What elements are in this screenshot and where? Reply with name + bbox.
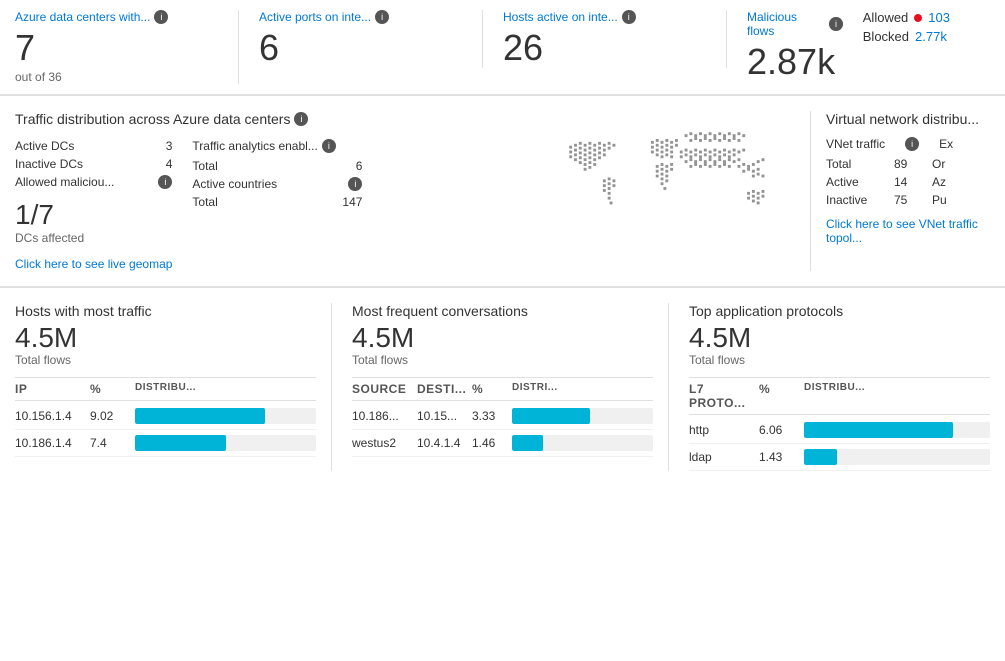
traffic-stats: Active DCs 3 Inactive DCs 4 Allowed mali… (15, 139, 172, 271)
hosts-row-1: 10.156.1.4 9.02 (15, 403, 316, 430)
protocols-title: Top application protocols (689, 303, 990, 319)
active-ports-info-icon[interactable]: i (375, 10, 389, 24)
azure-dc-value: 7 (15, 28, 218, 68)
vnet-stats: VNet traffic i Ex Total 89 Or Active 14 … (826, 137, 990, 207)
hosts-active-value: 26 (503, 28, 706, 68)
proto-row-2: ldap 1.43 (689, 444, 990, 471)
vnet-info-icon[interactable]: i (905, 137, 919, 151)
allowed-value: 103 (928, 10, 950, 25)
azure-dc-metric: Azure data centers with... i 7 out of 36 (15, 10, 239, 84)
protocols-sub: Total flows (689, 353, 990, 367)
world-map-container (540, 111, 810, 271)
hosts-active-info-icon[interactable]: i (622, 10, 636, 24)
conv-row-1: 10.186... 10.15... 3.33 (352, 403, 653, 430)
conversations-title: Most frequent conversations (352, 303, 653, 319)
protocols-total: 4.5M (689, 323, 990, 354)
conv-col-pct: % (472, 382, 512, 396)
ratio-display: 1/7 (15, 199, 172, 231)
azure-dc-sub: out of 36 (15, 70, 218, 84)
analytics-total-row: Total 6 (192, 159, 362, 173)
world-map (550, 124, 800, 257)
traffic-content: Active DCs 3 Inactive DCs 4 Allowed mali… (15, 139, 540, 271)
conv-bar-1 (512, 408, 653, 424)
middle-section: Traffic distribution across Azure data c… (0, 96, 1005, 287)
active-ports-metric: Active ports on inte... i 6 (259, 10, 483, 68)
hosts-sub: Total flows (15, 353, 316, 367)
malicious-flows-info-icon[interactable]: i (829, 17, 843, 31)
malicious-flows-title: Malicious flows i (747, 10, 843, 38)
hosts-total: 4.5M (15, 323, 316, 354)
traffic-distribution: Traffic distribution across Azure data c… (15, 111, 540, 271)
conv-col-bar: DISTRI... (512, 382, 653, 396)
protocols-panel: Top application protocols 4.5M Total flo… (689, 303, 990, 472)
hosts-active-title: Hosts active on inte... i (503, 10, 706, 24)
conv-col-src: SOURCE (352, 382, 417, 396)
malicious-flows-value: 2.87k (747, 42, 843, 82)
hosts-col-bar: DISTRIBU... (135, 382, 316, 396)
conv-bar-2 (512, 435, 653, 451)
countries-total-row: Total 147 (192, 195, 362, 209)
hosts-title: Hosts with most traffic (15, 303, 316, 319)
conv-col-dst: DESTI... (417, 382, 472, 396)
allowed-dot (914, 14, 922, 22)
proto-col-name: L7 PROTO... (689, 382, 759, 410)
hosts-col-ip: IP (15, 382, 90, 396)
vnet-section: Virtual network distribu... VNet traffic… (810, 111, 990, 271)
hosts-col-pct: % (90, 382, 135, 396)
blocked-value: 2.77k (915, 29, 947, 44)
conv-row-2: westus2 10.4.1.4 1.46 (352, 430, 653, 457)
active-dc-row: Active DCs 3 (15, 139, 172, 153)
conversations-total: 4.5M (352, 323, 653, 354)
conversations-panel: Most frequent conversations 4.5M Total f… (352, 303, 669, 472)
countries-info-icon[interactable]: i (348, 177, 362, 191)
hosts-table-header: IP % DISTRIBU... (15, 377, 316, 401)
azure-dc-title: Azure data centers with... i (15, 10, 218, 24)
vnet-header-row: VNet traffic i Ex (826, 137, 990, 151)
top-metrics-bar: Azure data centers with... i 7 out of 36… (0, 0, 1005, 95)
bottom-section: Hosts with most traffic 4.5M Total flows… (0, 288, 1005, 487)
active-ports-value: 6 (259, 28, 462, 68)
conversations-table-header: SOURCE DESTI... % DISTRI... (352, 377, 653, 401)
dcs-affected: DCs affected (15, 231, 172, 245)
proto-row-1: http 6.06 (689, 417, 990, 444)
geomap-link[interactable]: Click here to see live geomap (15, 257, 172, 271)
traffic-info-icon[interactable]: i (294, 112, 308, 126)
hosts-row-2: 10.186.1.4 7.4 (15, 430, 316, 457)
proto-bar-1 (804, 422, 990, 438)
hosts-panel: Hosts with most traffic 4.5M Total flows… (15, 303, 332, 472)
protocols-table-header: L7 PROTO... % DISTRIBU... (689, 377, 990, 415)
proto-bar-2 (804, 449, 990, 465)
vnet-total-row: Total 89 Or (826, 157, 990, 171)
vnet-inactive-row: Inactive 75 Pu (826, 193, 990, 207)
hosts-active-metric: Hosts active on inte... i 26 (503, 10, 727, 68)
malicious-breakdown: Allowed 103 Blocked 2.77k (863, 10, 950, 44)
traffic-title: Traffic distribution across Azure data c… (15, 111, 540, 127)
malicious-flows-metric: Malicious flows i 2.87k Allowed 103 Bloc… (747, 10, 970, 82)
active-ports-title: Active ports on inte... i (259, 10, 462, 24)
blocked-row: Blocked 2.77k (863, 29, 950, 44)
analytics-title: Traffic analytics enabl... i (192, 139, 362, 153)
hosts-bar-2 (135, 435, 316, 451)
vnet-link[interactable]: Click here to see VNet traffic topol... (826, 217, 990, 245)
azure-dc-info-icon[interactable]: i (154, 10, 168, 24)
vnet-active-row: Active 14 Az (826, 175, 990, 189)
analytics-info-icon[interactable]: i (322, 139, 336, 153)
traffic-analytics: Traffic analytics enabl... i Total 6 Act… (192, 139, 362, 271)
proto-col-pct: % (759, 382, 804, 410)
active-countries-row: Active countries i (192, 177, 362, 191)
conversations-sub: Total flows (352, 353, 653, 367)
vnet-title: Virtual network distribu... (826, 111, 990, 127)
allowed-row: Allowed 103 (863, 10, 950, 25)
allowed-malicious-info-icon[interactable]: i (158, 175, 172, 189)
allowed-malicious-row: Allowed maliciou... i (15, 175, 172, 189)
inactive-dc-row: Inactive DCs 4 (15, 157, 172, 171)
proto-col-bar: DISTRIBU... (804, 382, 990, 410)
hosts-bar-1 (135, 408, 316, 424)
